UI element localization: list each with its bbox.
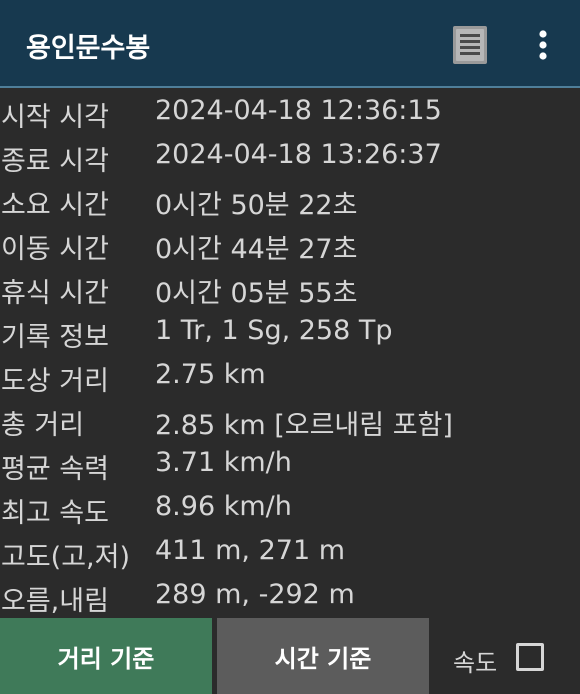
list-icon[interactable] — [452, 25, 488, 65]
time-basis-button[interactable]: 시간 기준 — [217, 618, 429, 694]
info-value: 2.85 km [오르내림 포함] — [155, 410, 453, 441]
info-value: 0시간 44분 27초 — [155, 234, 358, 265]
info-label: 기록 정보 — [1, 322, 109, 353]
speed-toggle[interactable]: 속도 — [452, 618, 580, 694]
info-value: 2024-04-18 12:36:15 — [155, 95, 442, 126]
info-value: 1 Tr, 1 Sg, 258 Tp — [155, 315, 393, 346]
distance-basis-button[interactable]: 거리 기준 — [0, 618, 212, 694]
info-label: 이동 시간 — [1, 234, 109, 265]
info-value: 0시간 05분 55초 — [155, 278, 358, 309]
info-label: 오름,내림 — [1, 586, 109, 617]
info-row-ascent-descent: 오름,내림 289 m, -292 m — [0, 574, 580, 618]
info-value: 411 m, 271 m — [155, 535, 346, 566]
info-value: 3.71 km/h — [155, 447, 292, 478]
info-row-elapsed-time: 소요 시간 0시간 50분 22초 — [0, 178, 580, 222]
track-info-list: 시작 시각 2024-04-18 12:36:15 종료 시각 2024-04-… — [0, 90, 580, 618]
info-value: 289 m, -292 m — [155, 579, 355, 610]
info-label: 고도(고,저) — [1, 542, 131, 573]
info-row-altitude: 고도(고,저) 411 m, 271 m — [0, 530, 580, 574]
app-bar: 용인문수봉 — [0, 0, 580, 88]
info-row-end-time: 종료 시각 2024-04-18 13:26:37 — [0, 134, 580, 178]
info-row-start-time: 시작 시각 2024-04-18 12:36:15 — [0, 90, 580, 134]
info-label: 휴식 시간 — [1, 278, 109, 309]
info-row-total-distance: 총 거리 2.85 km [오르내림 포함] — [0, 398, 580, 442]
info-row-average-speed: 평균 속력 3.71 km/h — [0, 442, 580, 486]
info-value: 2.75 km — [155, 359, 266, 390]
info-value: 2024-04-18 13:26:37 — [155, 139, 442, 170]
info-label: 총 거리 — [1, 410, 85, 441]
info-label: 최고 속도 — [1, 498, 109, 529]
info-label: 평균 속력 — [1, 454, 109, 485]
app-root: 용인문수봉 시작 시각 2024-04-18 12:36:15 종료 시각 20… — [0, 0, 580, 694]
info-label: 시작 시각 — [1, 102, 109, 133]
info-row-rest-time: 휴식 시간 0시간 05분 55초 — [0, 266, 580, 310]
info-label: 도상 거리 — [1, 366, 109, 397]
page-title: 용인문수봉 — [26, 33, 151, 64]
info-label: 소요 시간 — [1, 190, 109, 221]
bottom-bar: 거리 기준 시간 기준 속도 — [0, 618, 580, 694]
info-label: 종료 시각 — [1, 146, 109, 177]
info-row-moving-time: 이동 시간 0시간 44분 27초 — [0, 222, 580, 266]
info-value: 8.96 km/h — [155, 491, 292, 522]
speed-checkbox[interactable] — [516, 643, 544, 671]
info-value: 0시간 50분 22초 — [155, 190, 358, 221]
info-row-max-speed: 최고 속도 8.96 km/h — [0, 486, 580, 530]
info-row-map-distance: 도상 거리 2.75 km — [0, 354, 580, 398]
info-row-record-info: 기록 정보 1 Tr, 1 Sg, 258 Tp — [0, 310, 580, 354]
speed-label: 속도 — [453, 649, 498, 677]
more-vert-icon[interactable] — [529, 26, 557, 64]
